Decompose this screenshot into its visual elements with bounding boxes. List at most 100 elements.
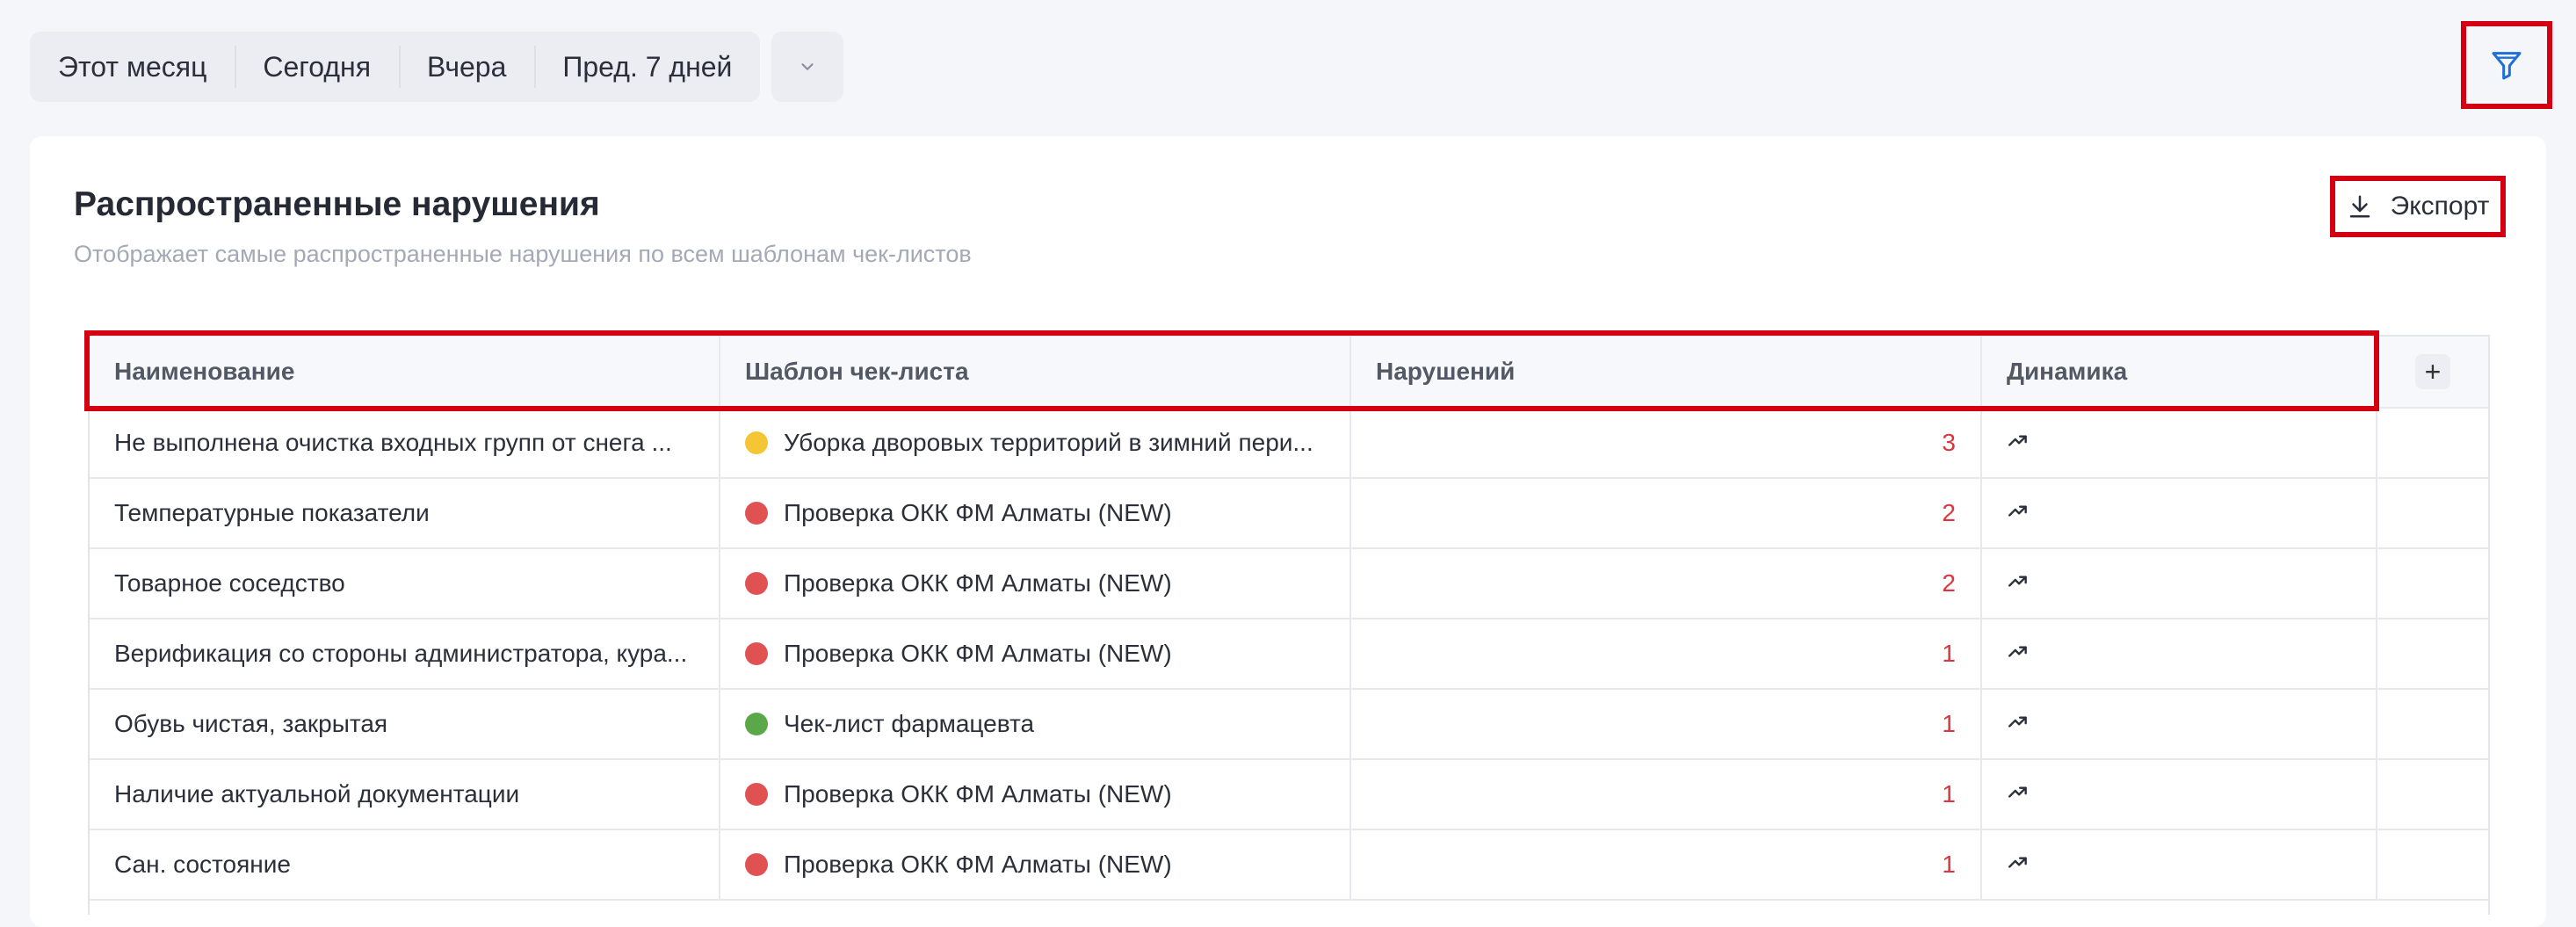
template-color-dot xyxy=(745,572,768,595)
table-row[interactable]: Не выполнена очистка входных групп от сн… xyxy=(90,409,2488,479)
toolbar: Этот месяц Сегодня Вчера Пред. 7 дней xyxy=(0,0,2576,132)
template-name: Уборка дворовых территорий в зимний пери… xyxy=(784,429,1313,456)
violation-name-cell: Не выполнена очистка входных групп от сн… xyxy=(90,409,720,477)
column-header-dynamics[interactable]: Динамика xyxy=(1982,337,2377,407)
violation-count: 3 xyxy=(1942,429,1956,456)
violation-count-cell: 1 xyxy=(1351,830,1982,899)
chevron-down-icon xyxy=(801,63,814,70)
template-cell: Проверка ОКК ФМ Алматы (NEW) xyxy=(720,619,1351,688)
period-last-7-days-button[interactable]: Пред. 7 дней xyxy=(534,32,760,102)
empty-cell xyxy=(2377,549,2488,618)
violation-count-cell: 3 xyxy=(1351,409,1982,477)
table-row[interactable]: Наличие актуальной документации Проверка … xyxy=(90,760,2488,830)
template-name: Проверка ОКК ФМ Алматы (NEW) xyxy=(784,640,1172,667)
violation-name: Температурные показатели xyxy=(114,499,430,526)
template-name: Проверка ОКК ФМ Алматы (NEW) xyxy=(784,851,1172,878)
empty-cell xyxy=(2377,760,2488,829)
dynamics-cell xyxy=(1982,479,2377,547)
add-column-cell: + xyxy=(2377,337,2488,407)
violation-name: Товарное соседство xyxy=(114,569,345,597)
template-name: Проверка ОКК ФМ Алматы (NEW) xyxy=(784,499,1172,526)
template-color-dot xyxy=(745,642,768,665)
column-header-violations[interactable]: Нарушений xyxy=(1351,337,1982,407)
table-row[interactable]: Товарное соседство Проверка ОКК ФМ Алматы… xyxy=(90,549,2488,619)
table-row[interactable]: Температурные показатели Проверка ОКК ФМ … xyxy=(90,479,2488,549)
violation-name-cell: Обувь чистая, закрытая xyxy=(90,690,720,758)
template-cell: Проверка ОКК ФМ Алматы (NEW) xyxy=(720,830,1351,899)
violation-count: 1 xyxy=(1942,851,1956,878)
dynamics-cell xyxy=(1982,409,2377,477)
template-color-dot xyxy=(745,783,768,806)
violation-name-cell: Наличие актуальной документации xyxy=(90,760,720,829)
violation-count: 1 xyxy=(1942,640,1956,667)
template-color-dot xyxy=(745,502,768,525)
period-selector: Этот месяц Сегодня Вчера Пред. 7 дней xyxy=(30,32,761,102)
add-column-button[interactable]: + xyxy=(2415,354,2450,389)
empty-cell xyxy=(2377,479,2488,547)
filter-icon xyxy=(2492,52,2522,80)
violation-count: 2 xyxy=(1942,499,1956,526)
violations-table: Наименование Шаблон чек-листа Нарушений … xyxy=(88,335,2490,915)
empty-cell xyxy=(2377,830,2488,899)
period-yesterday-button[interactable]: Вчера xyxy=(399,32,534,102)
dynamics-cell xyxy=(1982,690,2377,758)
column-header-template[interactable]: Шаблон чек-листа xyxy=(720,337,1351,407)
template-cell: Уборка дворовых территорий в зимний пери… xyxy=(720,409,1351,477)
template-name: Чек-лист фармацевта xyxy=(784,710,1035,737)
template-color-dot xyxy=(745,853,768,876)
empty-cell xyxy=(2377,690,2488,758)
violation-name: Не выполнена очистка входных групп от сн… xyxy=(114,429,672,456)
filter-button[interactable] xyxy=(2461,21,2552,109)
template-cell: Проверка ОКК ФМ Алматы (NEW) xyxy=(720,549,1351,618)
violation-name-cell: Температурные показатели xyxy=(90,479,720,547)
template-cell: Проверка ОКК ФМ Алматы (NEW) xyxy=(720,479,1351,547)
card-title: Распространенные нарушения xyxy=(74,185,600,223)
violation-name: Сан. состояние xyxy=(114,851,291,878)
violation-count-cell: 2 xyxy=(1351,549,1982,618)
trend-up-icon[interactable] xyxy=(2007,851,2030,880)
violation-name: Наличие актуальной документации xyxy=(114,780,520,808)
download-icon xyxy=(2349,195,2370,218)
violation-count: 1 xyxy=(1942,710,1956,737)
violation-count-cell: 1 xyxy=(1351,760,1982,829)
dynamics-cell xyxy=(1982,549,2377,618)
template-cell: Чек-лист фармацевта xyxy=(720,690,1351,758)
export-button[interactable]: Экспорт xyxy=(2330,176,2506,237)
template-color-dot xyxy=(745,431,768,454)
violation-name: Верификация со стороны администратора, к… xyxy=(114,640,688,667)
trend-up-icon[interactable] xyxy=(2007,710,2030,739)
violation-name: Обувь чистая, закрытая xyxy=(114,710,388,737)
card-subtitle: Отображает самые распространенные наруше… xyxy=(74,241,972,267)
violation-name-cell: Сан. состояние xyxy=(90,830,720,899)
export-label: Экспорт xyxy=(2390,192,2490,221)
dynamics-cell xyxy=(1982,830,2377,899)
trend-up-icon[interactable] xyxy=(2007,780,2030,809)
empty-cell xyxy=(2377,409,2488,477)
template-name: Проверка ОКК ФМ Алматы (NEW) xyxy=(784,569,1172,597)
empty-cell xyxy=(2377,619,2488,688)
template-cell: Проверка ОКК ФМ Алматы (NEW) xyxy=(720,760,1351,829)
trend-up-icon[interactable] xyxy=(2007,499,2030,528)
table-header: Наименование Шаблон чек-листа Нарушений … xyxy=(90,337,2488,409)
template-name: Проверка ОКК ФМ Алматы (NEW) xyxy=(784,780,1172,808)
violation-count: 2 xyxy=(1942,569,1956,597)
column-header-name[interactable]: Наименование xyxy=(90,337,720,407)
period-more-button[interactable] xyxy=(771,32,843,102)
violation-name-cell: Товарное соседство xyxy=(90,549,720,618)
trend-up-icon[interactable] xyxy=(2007,429,2030,458)
dynamics-cell xyxy=(1982,619,2377,688)
table-row[interactable]: Верификация со стороны администратора, к… xyxy=(90,619,2488,690)
period-today-button[interactable]: Сегодня xyxy=(235,32,399,102)
violation-count-cell: 2 xyxy=(1351,479,1982,547)
period-this-month-button[interactable]: Этот месяц xyxy=(30,32,235,102)
violation-count: 1 xyxy=(1942,780,1956,808)
table-row[interactable]: Сан. состояние Проверка ОКК ФМ Алматы (NE… xyxy=(90,830,2488,901)
violation-count-cell: 1 xyxy=(1351,619,1982,688)
trend-up-icon[interactable] xyxy=(2007,640,2030,669)
template-color-dot xyxy=(745,713,768,735)
trend-up-icon[interactable] xyxy=(2007,569,2030,598)
table-row[interactable]: Обувь чистая, закрытая Чек-лист фармацевт… xyxy=(90,690,2488,760)
violation-name-cell: Верификация со стороны администратора, к… xyxy=(90,619,720,688)
dynamics-cell xyxy=(1982,760,2377,829)
violation-count-cell: 1 xyxy=(1351,690,1982,758)
